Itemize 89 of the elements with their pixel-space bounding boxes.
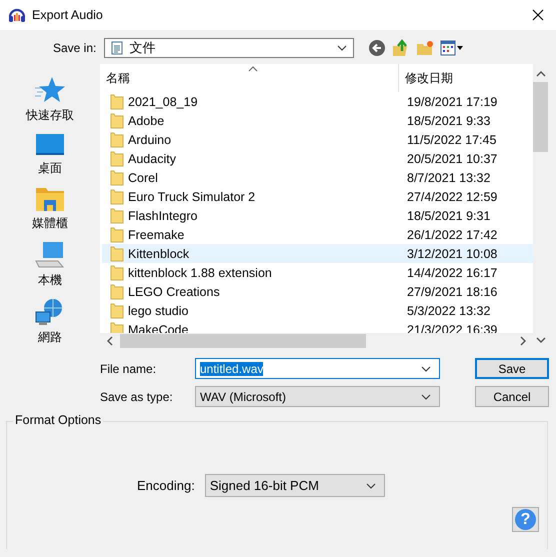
file-row[interactable]: Arduino 11/5/2022 17:45 [102, 130, 533, 149]
close-icon[interactable] [532, 9, 544, 21]
scroll-down-icon[interactable] [536, 336, 546, 344]
modified-date: 5/3/2022 13:32 [406, 304, 490, 318]
new-folder-icon[interactable] [416, 40, 434, 56]
file-name: kittenblock 1.88 extension [128, 266, 272, 280]
place-label[interactable]: 媒體櫃 [32, 215, 68, 232]
folder-icon [110, 188, 124, 204]
scroll-up-icon[interactable] [536, 70, 546, 78]
file-row[interactable]: Euro Truck Simulator 2 27/4/2022 12:59 [102, 187, 533, 206]
file-name: FlashIntegro [128, 208, 198, 222]
folder-icon [110, 94, 124, 110]
place-label[interactable]: 本機 [38, 272, 62, 289]
library-folder-icon[interactable] [35, 186, 65, 212]
file-name: Arduino [128, 132, 172, 146]
document-icon [111, 41, 124, 55]
save-in-dropdown[interactable]: 文件 [104, 38, 354, 58]
chevron-down-icon[interactable] [421, 394, 431, 400]
column-header[interactable]: 名稱 [100, 64, 399, 92]
file-name: Kittenblock [128, 246, 190, 260]
file-row[interactable]: Freemake 26/1/2022 17:42 [102, 225, 533, 244]
network-globe-icon[interactable] [35, 298, 65, 326]
chevron-down-icon[interactable] [421, 366, 431, 372]
file-name: LEGO Creations [128, 284, 220, 298]
place-label[interactable]: 快速存取 [26, 107, 74, 124]
file-name: Freemake [128, 228, 184, 242]
save-button[interactable]: Save [475, 358, 549, 379]
encoding-label: Encoding: [137, 478, 195, 493]
file-name: Audacity [128, 152, 176, 166]
file-name: lego studio [128, 304, 188, 318]
file-name-label: File name: [100, 362, 158, 376]
column-header[interactable]: 修改日期 [399, 70, 453, 86]
file-row[interactable]: lego studio 5/3/2022 13:32 [102, 301, 533, 320]
folder-icon [110, 112, 124, 128]
desktop-icon[interactable] [35, 133, 65, 157]
computer-icon[interactable] [35, 241, 65, 269]
file-name: Adobe [128, 114, 164, 128]
view-menu-icon[interactable] [440, 40, 464, 56]
folder-icon [110, 132, 124, 148]
window-title: Export Audio [32, 8, 104, 22]
file-row[interactable]: 2021_08_19 19/8/2021 17:19 [102, 92, 533, 111]
save-in-label: Save in: [53, 41, 96, 55]
star-icon[interactable] [35, 76, 65, 104]
sort-caret-icon [248, 66, 258, 72]
file-name-field[interactable]: untitled.wav [195, 358, 440, 379]
folder-icon [110, 246, 124, 262]
modified-date: 26/1/2022 17:42 [406, 228, 498, 242]
modified-date: 8/7/2021 13:32 [406, 170, 490, 184]
folder-icon [110, 226, 124, 242]
file-row[interactable]: Kittenblock 3/12/2021 10:08 [102, 244, 533, 263]
folder-icon [110, 284, 124, 300]
file-row[interactable]: Corel 8/7/2021 13:32 [102, 168, 533, 187]
folder-icon [110, 150, 124, 166]
encoding-dropdown[interactable]: Signed 16-bit PCM [204, 474, 385, 497]
save-as-type-dropdown[interactable]: WAV (Microsoft) [195, 386, 440, 407]
group-title: Format Options [13, 413, 104, 427]
modified-date: 19/8/2021 17:19 [406, 94, 498, 108]
modified-date: 11/5/2022 17:45 [406, 132, 496, 146]
modified-date: 18/5/2021 9:33 [406, 114, 490, 128]
file-name: Corel [128, 170, 158, 184]
save-as-type-label: Save as type: [100, 390, 174, 404]
file-row[interactable]: LEGO Creations 27/9/2021 18:16 [102, 282, 533, 301]
modified-date: 27/4/2022 12:59 [406, 190, 498, 204]
chevron-down-icon[interactable] [366, 482, 376, 488]
folder-icon [110, 208, 124, 224]
scroll-thumb[interactable] [533, 82, 548, 152]
modified-date: 27/9/2021 18:16 [406, 284, 498, 298]
place-label[interactable]: 網路 [38, 329, 62, 346]
back-icon[interactable] [368, 39, 386, 57]
modified-date: 3/12/2021 10:08 [406, 246, 498, 260]
file-name: 2021_08_19 [128, 94, 198, 108]
folder-icon [110, 170, 124, 186]
scroll-thumb[interactable] [120, 334, 366, 348]
cancel-button[interactable]: Cancel [475, 386, 549, 407]
folder-icon [110, 302, 124, 318]
headphones-icon [8, 7, 26, 23]
file-row[interactable]: Adobe 18/5/2021 9:33 [102, 111, 533, 130]
modified-date: 20/5/2021 10:37 [406, 152, 498, 166]
scroll-right-icon[interactable] [519, 336, 527, 346]
file-name: Euro Truck Simulator 2 [128, 190, 256, 204]
chevron-down-icon[interactable] [337, 45, 348, 51]
modified-date: 18/5/2021 9:31 [406, 208, 490, 222]
place-label[interactable]: 桌面 [38, 160, 62, 177]
scroll-left-icon[interactable] [106, 336, 114, 346]
file-row[interactable]: Audacity 20/5/2021 10:37 [102, 149, 533, 168]
file-row[interactable]: kittenblock 1.88 extension 14/4/2022 16:17 [102, 263, 533, 282]
file-row[interactable]: FlashIntegro 18/5/2021 9:31 [102, 206, 533, 225]
folder-icon [110, 264, 124, 280]
modified-date: 14/4/2022 16:17 [406, 266, 498, 280]
